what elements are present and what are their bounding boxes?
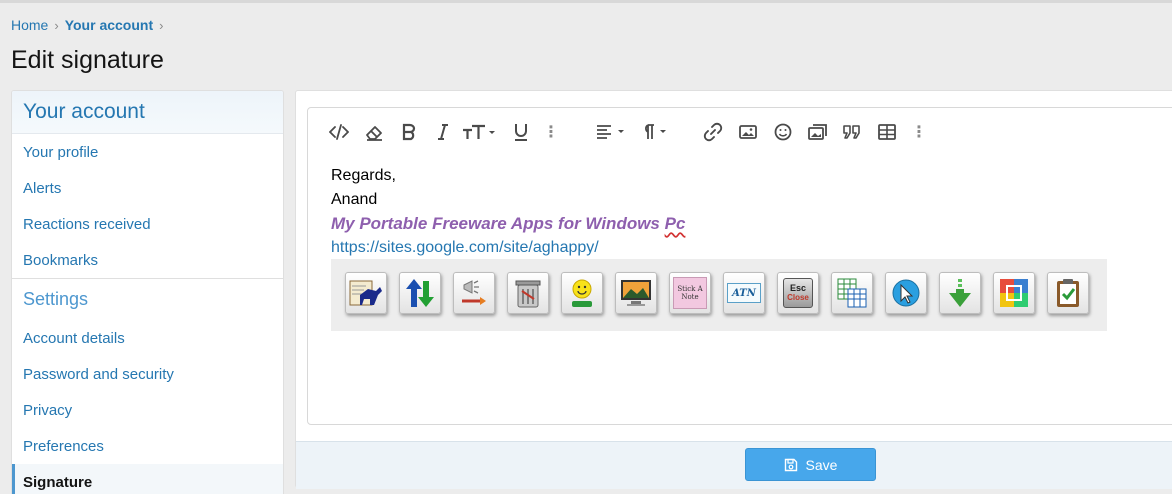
more-options-icon[interactable]: ⋮ [543,120,559,144]
sidebar-item-reactions-received[interactable]: Reactions received [12,206,283,242]
sidebar-heading-settings: Settings [12,278,283,320]
clipboard-check-app-icon[interactable] [1047,272,1089,314]
signature-content[interactable]: Regards, Anand My Portable Freeware Apps… [331,164,685,260]
page-title: Edit signature [11,46,164,74]
more-options-icon[interactable]: ⋮ [911,120,927,144]
esc-close-app-icon[interactable]: Esc Close [777,272,819,314]
align-icon[interactable] [594,120,628,144]
quote-icon[interactable] [841,120,863,144]
up-down-arrows-app-icon[interactable] [399,272,441,314]
breadcrumb: Home › Your account › [11,17,169,33]
apps-heading-pc-misspelled: Pc [664,214,686,233]
rich-text-editor[interactable]: ⋮ ⋮ Regards, Anand My Portable Freeware … [307,107,1172,425]
sidebar-item-bookmarks[interactable]: Bookmarks [12,242,283,278]
editor-toolbar: ⋮ ⋮ [308,108,1172,156]
apps-heading-text: My Portable Freeware Apps for Windows [331,214,665,233]
save-disk-icon [784,458,797,471]
cursor-app-icon[interactable] [885,272,927,314]
app-icon-strip: Stick A Note ATN Esc Close [331,259,1107,331]
form-footer: Save [296,441,1172,489]
link-icon[interactable] [702,120,724,144]
paragraph-icon[interactable] [639,120,671,144]
signature-site-link[interactable]: https://sites.google.com/site/aghappy/ [331,236,685,260]
account-sidebar: Your account Your profile Alerts Reactio… [11,90,284,494]
color-frames-app-icon[interactable] [993,272,1035,314]
save-button-label: Save [805,456,838,473]
smiley-icon[interactable] [772,120,794,144]
sidebar-item-privacy[interactable]: Privacy [12,392,283,428]
breadcrumb-home[interactable]: Home [11,17,48,33]
signature-panel: ⋮ ⋮ Regards, Anand My Portable Freeware … [295,90,1172,489]
atn-app-icon[interactable]: ATN [723,272,765,314]
atn-label: ATN [727,283,761,303]
breadcrumb-chevron-icon: › [54,17,59,33]
breadcrumb-your-account[interactable]: Your account [65,17,153,33]
top-border [0,0,1172,3]
bold-icon[interactable] [398,120,420,144]
media-icon[interactable] [806,120,830,144]
sidebar-item-your-profile[interactable]: Your profile [12,134,283,170]
smiley-person-app-icon[interactable] [561,272,603,314]
monitor-landscape-app-icon[interactable] [615,272,657,314]
download-arrow-app-icon[interactable] [939,272,981,314]
signature-line-name: Anand [331,191,378,208]
signature-apps-heading: My Portable Freeware Apps for Windows Pc [331,212,685,236]
sidebar-item-account-details[interactable]: Account details [12,320,283,356]
code-icon[interactable] [328,120,350,144]
sidebar-item-alerts[interactable]: Alerts [12,170,283,206]
sidebar-item-signature[interactable]: Signature [12,464,283,494]
image-icon[interactable] [737,120,759,144]
signature-line-regards: Regards, [331,167,396,184]
sidebar-heading-your-account: Your account [12,91,283,134]
text-size-icon[interactable] [461,120,497,144]
sidebar-item-password-and-security[interactable]: Password and security [12,356,283,392]
esc-key: Esc Close [783,278,813,308]
eraser-icon[interactable] [363,120,385,144]
trash-app-icon[interactable] [507,272,549,314]
spreadsheet-copy-app-icon[interactable] [831,272,873,314]
breadcrumb-chevron-icon: › [159,17,164,33]
dog-paper-app-icon[interactable] [345,272,387,314]
italic-icon[interactable] [432,120,454,144]
sidebar-item-preferences[interactable]: Preferences [12,428,283,464]
stick-a-note-app-icon[interactable]: Stick A Note [669,272,711,314]
stick-a-note-label: Stick A Note [673,277,707,309]
esc-label: Esc [789,283,806,293]
save-button[interactable]: Save [745,448,876,481]
underline-icon[interactable] [510,120,532,144]
speaker-arrow-app-icon[interactable] [453,272,495,314]
table-icon[interactable] [876,120,898,144]
close-label: Close [787,293,809,302]
